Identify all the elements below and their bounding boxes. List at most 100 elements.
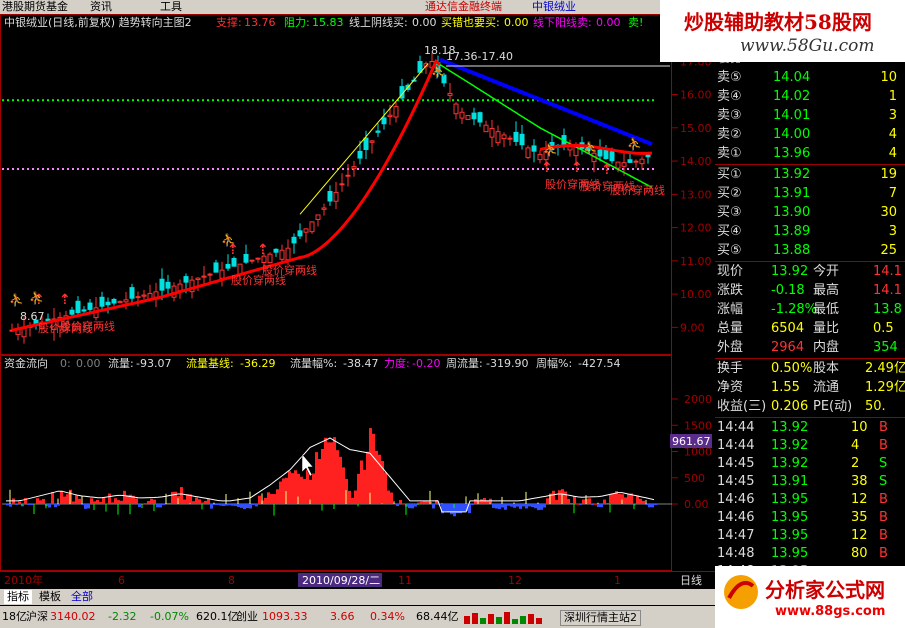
flow-label: 流量: bbox=[108, 356, 134, 370]
flow-bar bbox=[108, 493, 111, 504]
flow-bar bbox=[357, 473, 360, 504]
indicator-badge-text: 961.67 bbox=[672, 435, 711, 448]
candle bbox=[327, 191, 333, 202]
ad-text[interactable]: 通达信金融终端 bbox=[425, 0, 502, 14]
stat-value: 14.1 bbox=[873, 283, 902, 298]
candle bbox=[153, 291, 159, 298]
candle bbox=[363, 137, 369, 150]
wrong-buy-value: 0.00 bbox=[504, 16, 529, 29]
flow-bar bbox=[612, 493, 615, 504]
flow-bar bbox=[609, 494, 612, 504]
price-axis-label: 13.00 bbox=[680, 188, 712, 201]
cy-pct: 0.34% bbox=[370, 610, 405, 623]
zero-value: 0.00 bbox=[76, 357, 101, 370]
candle bbox=[495, 131, 501, 144]
flow-bar bbox=[543, 504, 546, 508]
flow-bar bbox=[312, 473, 315, 504]
flow-bar bbox=[318, 458, 321, 504]
candle bbox=[453, 103, 459, 115]
yang-sell-value: 0.00 bbox=[596, 16, 621, 29]
candle bbox=[87, 302, 93, 310]
flow-bar bbox=[480, 499, 483, 504]
flow-bar bbox=[210, 504, 213, 509]
flow-bar bbox=[153, 499, 156, 504]
server-name[interactable]: 深圳行情主站2 bbox=[560, 610, 641, 626]
candle bbox=[387, 114, 393, 117]
flow-bar bbox=[87, 504, 90, 509]
flow-bar bbox=[603, 499, 606, 504]
stat-value: -1.28% bbox=[771, 302, 817, 317]
flow-bar bbox=[624, 497, 627, 504]
flow-bar bbox=[96, 499, 99, 504]
ask-volume: 4 bbox=[888, 127, 897, 142]
flow-bar bbox=[198, 499, 201, 504]
flow-bar bbox=[450, 504, 453, 515]
period-label[interactable]: 日线 bbox=[680, 573, 702, 587]
flow-bar bbox=[315, 452, 318, 504]
ask-price: 14.00 bbox=[773, 127, 811, 142]
index-name[interactable]: 沪深 bbox=[26, 610, 48, 624]
base-label: 流量基线: bbox=[186, 356, 234, 370]
stat-value: 13.92 bbox=[771, 264, 809, 279]
ask-volume: 3 bbox=[888, 108, 897, 123]
flow-bar bbox=[606, 503, 609, 505]
tick-volume: 4 bbox=[851, 438, 860, 453]
flow-bar bbox=[390, 492, 393, 504]
flow-bar bbox=[504, 504, 507, 510]
flow-bar bbox=[516, 504, 519, 507]
flow-bar bbox=[591, 504, 594, 506]
indicator-axis-label: 0.00 bbox=[684, 498, 709, 511]
flow-bar bbox=[57, 504, 60, 506]
menu-item-hk-futures[interactable]: 港股期货基金 bbox=[2, 0, 68, 14]
flow-bar bbox=[273, 494, 276, 504]
flow-bar bbox=[234, 504, 237, 506]
flow-bar bbox=[582, 499, 585, 504]
flow-bar bbox=[243, 504, 246, 510]
range-annotation: 17.36-17.40 bbox=[446, 50, 513, 63]
runner-signal-icon: ⛹ bbox=[583, 140, 598, 155]
ask-volume: 4 bbox=[888, 146, 897, 161]
flow-bar bbox=[399, 500, 402, 504]
candle bbox=[243, 253, 249, 263]
candle bbox=[333, 191, 339, 202]
watermark-top: 炒股辅助教材58股网 www.58Gu.com bbox=[660, 0, 905, 62]
chart-area[interactable]: 17.0016.0015.0014.0013.0012.0011.0010.00… bbox=[0, 14, 715, 588]
flow-bar bbox=[420, 501, 423, 504]
index-change: -2.32 bbox=[108, 610, 137, 623]
stat-row: 净资 1.55 流通 1.29亿 bbox=[715, 378, 905, 397]
indicator-name: 资金流向 bbox=[4, 356, 48, 370]
tick-volume: 12 bbox=[851, 492, 868, 507]
stat-label: 今开 bbox=[813, 264, 840, 279]
tab-template[interactable]: 模板 bbox=[36, 590, 64, 604]
flow-bar bbox=[417, 502, 420, 504]
menu-item-news[interactable]: 资讯 bbox=[90, 0, 112, 14]
candle bbox=[339, 183, 345, 186]
index-pct: -0.07% bbox=[150, 610, 189, 623]
flow-bar bbox=[540, 504, 543, 510]
ask-row: 卖① 13.96 4 bbox=[715, 144, 905, 163]
flow-bar bbox=[15, 504, 18, 505]
tab-indicator[interactable]: 指标 bbox=[4, 590, 32, 604]
tick-side: B bbox=[879, 528, 888, 543]
flow-bar bbox=[120, 500, 123, 504]
stat-label: 最低 bbox=[813, 302, 840, 317]
menu-item-tools[interactable]: 工具 bbox=[160, 0, 182, 14]
ask-price: 13.96 bbox=[773, 146, 811, 161]
tick-price: 13.91 bbox=[771, 474, 809, 489]
ask-volume: 10 bbox=[880, 70, 897, 85]
tab-all[interactable]: 全部 bbox=[68, 590, 96, 604]
flow-bar bbox=[171, 491, 174, 504]
candle bbox=[507, 137, 513, 140]
watermark-bottom-url: www.88gs.com bbox=[775, 604, 886, 619]
candle bbox=[525, 147, 531, 159]
flow-bar bbox=[414, 504, 417, 507]
cy-name[interactable]: 创业 bbox=[236, 610, 258, 624]
tick-side: B bbox=[879, 492, 888, 507]
watermark-top-url: www.58Gu.com bbox=[740, 36, 875, 56]
date-highlight-text: 2010/09/28/二 bbox=[302, 574, 380, 587]
flow-bar bbox=[231, 504, 234, 506]
tick-side: B bbox=[879, 438, 888, 453]
flow-bar bbox=[354, 490, 357, 504]
flow-bar bbox=[348, 490, 351, 504]
flow-bar bbox=[426, 501, 429, 504]
